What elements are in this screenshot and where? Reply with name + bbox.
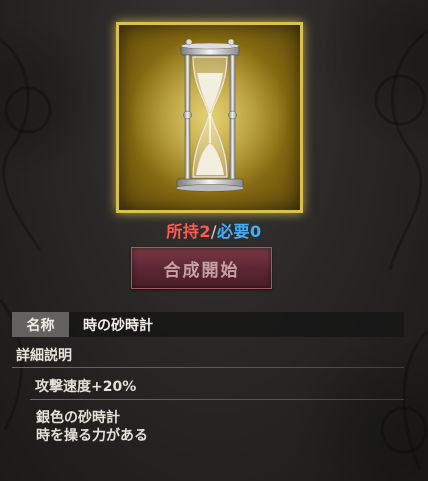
item-name-row: 名称 時の砂時計 bbox=[12, 312, 404, 337]
owned-required-count: 所持2/必要0 bbox=[116, 218, 312, 242]
craft-start-button[interactable]: 合成開始 bbox=[131, 247, 272, 289]
required-label: 必要 bbox=[216, 222, 250, 241]
divider bbox=[30, 399, 404, 400]
item-description: 銀色の砂時計 時を操る力がある bbox=[36, 409, 148, 445]
description-line: 銀色の砂時計 bbox=[36, 410, 120, 426]
name-label: 名称 bbox=[12, 312, 69, 337]
owned-label: 所持 bbox=[166, 222, 200, 241]
item-name: 時の砂時計 bbox=[69, 312, 404, 337]
item-icon-frame[interactable] bbox=[116, 22, 303, 213]
effect-text: 攻撃速度+20% bbox=[35, 379, 137, 395]
hourglass-icon bbox=[129, 37, 289, 197]
divider bbox=[12, 367, 404, 368]
description-line: 時を操る力がある bbox=[36, 428, 148, 444]
detail-heading: 詳細説明 bbox=[16, 348, 72, 364]
owned-count: 2 bbox=[199, 222, 212, 241]
required-count: 0 bbox=[249, 222, 262, 241]
